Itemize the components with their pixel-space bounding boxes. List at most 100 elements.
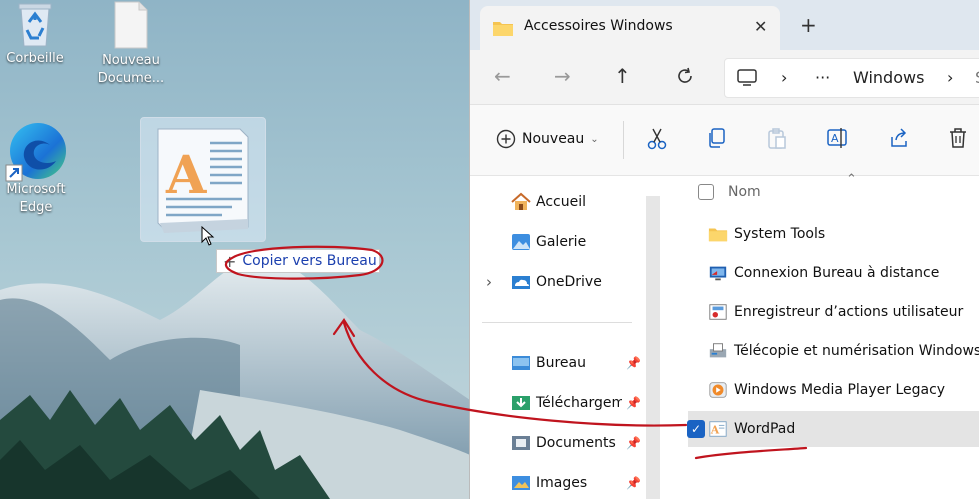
new-tab-button[interactable]: + — [800, 13, 817, 37]
desktop-icon-recycle-bin[interactable]: Corbeille — [0, 0, 75, 68]
pictures-folder-icon — [512, 476, 530, 490]
row-checkbox-checked[interactable]: ✓ — [687, 420, 705, 438]
copy-icon[interactable] — [706, 127, 728, 149]
tab-accessoires-windows[interactable]: Accessoires Windows ✕ — [480, 6, 780, 50]
downloads-folder-icon — [512, 396, 530, 410]
nav-item-label: OneDrive — [536, 274, 602, 290]
svg-text:A: A — [831, 132, 839, 145]
nav-item-documents[interactable]: Documents — [510, 431, 616, 455]
expand-chevron-icon[interactable]: › — [486, 273, 492, 291]
file-name: Enregistreur d’actions utilisateur — [734, 304, 964, 320]
drag-ghost: A — [140, 117, 266, 246]
desktop-icon-label: Corbeille — [6, 51, 64, 66]
title-bar: Accessoires Windows ✕ + — [470, 0, 979, 50]
remote-desktop-icon — [709, 266, 727, 281]
folder-icon — [708, 228, 728, 242]
navigation-bar: ← → ↑ › ··· Windows › S — [470, 50, 979, 105]
tab-title: Accessoires Windows — [524, 18, 673, 34]
file-name: Télécopie et numérisation Windows — [734, 343, 979, 359]
onedrive-icon — [512, 276, 530, 289]
desktop-icon-label: Nouveau Docume... — [97, 53, 165, 86]
nav-item-label: Images — [536, 475, 588, 491]
steps-recorder-icon — [709, 304, 727, 320]
new-button[interactable]: Nouveau ⌄ — [496, 129, 599, 149]
nav-item-label: Bureau — [536, 355, 586, 371]
file-name: System Tools — [734, 226, 826, 242]
pin-icon[interactable]: 📌 — [626, 436, 641, 450]
up-arrow-icon[interactable]: ↑ — [614, 64, 631, 88]
navigation-pane: Accueil Galerie › OneDrive Bureau 📌 Télé… — [470, 176, 660, 499]
home-icon — [511, 192, 531, 210]
breadcrumb[interactable]: › ··· Windows › S — [724, 58, 979, 98]
nav-item-onedrive[interactable]: OneDrive — [510, 270, 602, 294]
back-arrow-icon[interactable]: ← — [494, 64, 511, 88]
wordpad-icon: A — [157, 128, 249, 233]
list-item-system-tools[interactable]: System Tools — [708, 216, 979, 252]
desktop-icon-edge[interactable]: Microsoft Edge — [0, 117, 76, 217]
pin-icon[interactable]: 📌 — [626, 476, 641, 490]
svg-text:A: A — [165, 145, 207, 206]
fax-scan-icon — [709, 343, 727, 358]
pin-icon[interactable]: 📌 — [626, 396, 641, 410]
documents-folder-icon — [512, 436, 530, 450]
breadcrumb-segment-windows[interactable]: Windows — [853, 68, 924, 87]
list-item-fax-scan[interactable]: Télécopie et numérisation Windows — [708, 333, 979, 369]
nav-item-bureau[interactable]: Bureau — [510, 351, 586, 375]
recycle-bin-icon — [13, 0, 57, 48]
list-item-media-player[interactable]: Windows Media Player Legacy — [708, 372, 979, 408]
cut-icon[interactable] — [646, 127, 668, 151]
new-button-label: Nouveau — [522, 131, 585, 147]
nav-item-galerie[interactable]: Galerie — [510, 230, 586, 254]
sort-up-chevron-icon: ⌃ — [846, 172, 857, 187]
wordpad-icon: A — [709, 421, 727, 437]
gallery-icon — [512, 234, 530, 250]
list-item-remote-desktop[interactable]: Connexion Bureau à distance — [708, 255, 979, 291]
blank-document-icon — [111, 0, 151, 50]
copy-plus-icon: + — [223, 251, 237, 271]
file-explorer-window: Accessoires Windows ✕ + ← → ↑ › ··· Wind… — [469, 0, 979, 499]
list-item-wordpad[interactable]: ✓ A WordPad — [687, 411, 979, 447]
delete-icon[interactable] — [948, 127, 968, 149]
desktop-icon-new-document[interactable]: Nouveau Docume... — [91, 0, 171, 88]
folder-icon — [493, 22, 513, 36]
nav-item-label: Accueil — [536, 194, 586, 210]
column-header-name[interactable]: Nom — [728, 184, 761, 200]
file-list: Nom ⌃ System Tools Connexion Bureau à di… — [660, 172, 979, 499]
toolbar-divider — [623, 121, 624, 159]
rename-icon[interactable]: A — [826, 127, 850, 149]
nav-item-label: Documents — [536, 435, 616, 451]
share-icon[interactable] — [888, 127, 910, 149]
nav-item-images[interactable]: Images — [510, 471, 587, 495]
command-bar: Nouveau ⌄ A — [470, 105, 979, 176]
file-name: Windows Media Player Legacy — [734, 382, 946, 398]
copy-to-desktop-tooltip: + Copier vers Bureau — [216, 249, 380, 273]
nav-item-telechargements[interactable]: Téléchargements — [510, 391, 622, 415]
close-tab-icon[interactable]: ✕ — [754, 17, 767, 36]
nav-divider — [482, 322, 632, 323]
desktop-icon-label: Microsoft Edge — [6, 182, 66, 215]
media-player-icon — [709, 382, 727, 398]
desktop-folder-icon — [512, 356, 530, 370]
refresh-icon[interactable] — [676, 67, 694, 85]
list-item-steps-recorder[interactable]: Enregistreur d’actions utilisateur — [708, 294, 979, 330]
mouse-cursor-icon — [201, 226, 215, 246]
computer-icon — [737, 69, 757, 86]
edge-icon — [4, 117, 68, 183]
breadcrumb-chevron-icon: › — [781, 68, 788, 87]
breadcrumb-more[interactable]: ··· — [815, 68, 830, 87]
forward-arrow-icon[interactable]: → — [554, 64, 571, 88]
nav-item-accueil[interactable]: Accueil — [510, 190, 586, 214]
breadcrumb-next-segment[interactable]: S — [975, 68, 979, 87]
file-name: WordPad — [734, 421, 796, 437]
chevron-down-icon: ⌄ — [590, 133, 599, 145]
file-name: Connexion Bureau à distance — [734, 265, 940, 281]
pin-icon[interactable]: 📌 — [626, 356, 641, 370]
select-all-checkbox[interactable] — [698, 184, 714, 200]
nav-item-label: Galerie — [536, 234, 587, 250]
plus-circle-icon — [496, 129, 516, 149]
nav-pane-scrollbar[interactable] — [646, 196, 660, 499]
svg-text:A: A — [710, 424, 720, 437]
breadcrumb-chevron-icon: › — [947, 68, 954, 87]
copy-tooltip-label: Copier vers Bureau — [242, 253, 377, 269]
paste-icon[interactable] — [766, 127, 788, 151]
